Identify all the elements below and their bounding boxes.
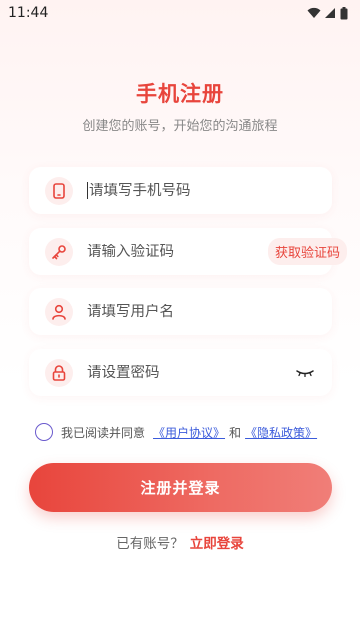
status-icons xyxy=(307,6,348,20)
login-prompt: 已有账号？ 立即登录 xyxy=(0,532,360,552)
agreement-prefix: 我已阅读并同意 xyxy=(61,425,146,440)
password-field[interactable] xyxy=(29,349,332,396)
code-input[interactable] xyxy=(87,243,268,260)
password-input[interactable] xyxy=(87,364,296,381)
key-icon xyxy=(45,237,73,266)
username-field[interactable] xyxy=(29,288,332,335)
register-login-button[interactable]: 注册并登录 xyxy=(29,463,332,512)
status-time: 11:44 xyxy=(8,5,49,21)
phone-icon xyxy=(45,176,73,205)
agreement-row: 我已阅读并同意 《用户协议》 和 《隐私政策》 xyxy=(35,423,317,441)
login-prompt-text: 已有账号？ xyxy=(116,536,184,552)
get-code-button[interactable]: 获取验证码 xyxy=(268,238,348,265)
page-subtitle: 创建您的账号，开始您的沟通旅程 xyxy=(82,119,278,134)
eye-closed-icon[interactable] xyxy=(296,369,314,377)
username-input[interactable] xyxy=(87,303,332,320)
user-agreement-link[interactable]: 《用户协议》 xyxy=(153,424,225,441)
signal-icon xyxy=(325,8,335,18)
code-field[interactable]: 获取验证码 xyxy=(29,228,348,275)
battery-icon xyxy=(340,6,348,19)
privacy-policy-link[interactable]: 《隐私政策》 xyxy=(245,424,317,441)
lock-icon xyxy=(45,358,73,387)
wifi-icon xyxy=(307,7,321,18)
agreement-checkbox[interactable] xyxy=(35,423,53,441)
phone-field[interactable] xyxy=(29,167,332,214)
phone-input[interactable] xyxy=(89,182,332,199)
text-caret xyxy=(87,182,88,199)
user-icon xyxy=(45,297,73,326)
status-bar: 11:44 xyxy=(0,0,360,26)
page-title: 手机注册 xyxy=(136,82,224,106)
agreement-conjunction: 和 xyxy=(229,425,242,440)
login-now-link[interactable]: 立即登录 xyxy=(190,536,244,552)
